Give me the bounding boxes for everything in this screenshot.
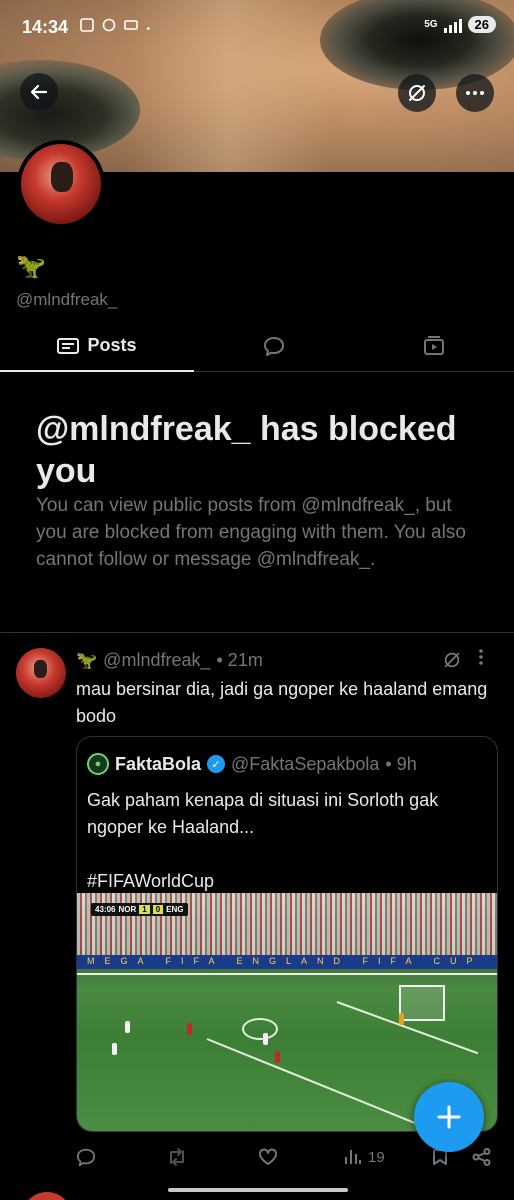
profile-handle: @mlndfreak_ (16, 290, 118, 309)
divider (0, 632, 514, 633)
player (125, 1021, 130, 1033)
tab-media[interactable] (354, 320, 514, 371)
dot-icon: • (146, 24, 155, 35)
blocked-title: @mlndfreak_ has blocked you (36, 410, 457, 490)
signal-icon (443, 17, 462, 33)
unmute-button[interactable] (398, 74, 436, 112)
advertising-board (77, 955, 497, 969)
views-chart-icon (345, 1150, 361, 1164)
tab-posts[interactable]: Posts (0, 320, 194, 372)
center-circle (242, 1018, 278, 1040)
player (263, 1033, 268, 1045)
more-horizontal-icon (466, 91, 484, 95)
replies-icon (264, 336, 284, 356)
post-time: • 21m (216, 650, 263, 670)
quoted-post-header: ● FaktaBola ✓ @FaktaSepakbola • 9h (87, 753, 417, 775)
posts-icon (57, 337, 80, 354)
quoted-post-time: • 9h (385, 753, 417, 774)
repost-button[interactable] (166, 1147, 258, 1167)
network-type: 5G (424, 18, 438, 30)
screenshot-icon (80, 18, 94, 32)
post-author-handle[interactable]: @mlndfreak_ (103, 650, 210, 671)
repost-icon (170, 1148, 184, 1166)
display-name: 🦖 (16, 253, 46, 280)
share-button[interactable] (472, 1148, 492, 1166)
pitch-line (77, 973, 497, 975)
media-icon (424, 335, 444, 355)
more-options-button[interactable] (456, 74, 494, 112)
quoted-author-name: FaktaBola (115, 753, 202, 774)
tab-posts-label: Posts (87, 335, 137, 355)
like-button[interactable] (258, 1148, 344, 1166)
faktabola-logo-icon: ● (87, 753, 109, 775)
away-score: 0 (152, 905, 164, 914)
pitch-line (206, 1038, 449, 1131)
profile-tabs: Posts (0, 320, 514, 372)
muted-icon (444, 652, 460, 668)
battery-level: 26 (467, 16, 496, 33)
tab-replies[interactable] (194, 320, 354, 371)
player (187, 1023, 192, 1035)
card-icon (124, 20, 139, 30)
reply-button[interactable] (76, 1147, 166, 1167)
status-bar: 14:34 • 5G 26 (0, 14, 514, 44)
gesture-bar[interactable] (168, 1188, 348, 1192)
more-vertical-icon (479, 649, 483, 665)
away-team: ENG (166, 905, 184, 914)
next-post-avatar[interactable] (22, 1192, 72, 1200)
post-author-emoji: 🦖 (76, 650, 98, 670)
post-avatar[interactable] (16, 648, 66, 698)
quoted-post[interactable]: ● FaktaBola ✓ @FaktaSepakbola • 9h Gak p… (76, 736, 498, 1132)
post-header: 🦖 @mlndfreak_ • 21m (76, 650, 263, 671)
plus-icon (437, 1105, 461, 1129)
blocked-description: You can view public posts from @mlndfrea… (36, 495, 466, 570)
notification-icons: • (80, 18, 154, 36)
post-more-button[interactable] (478, 648, 484, 671)
goal-net (399, 985, 445, 1021)
match-clock: 43:06 (95, 905, 116, 914)
share-icon (472, 1148, 491, 1166)
post-muted-indicator (442, 650, 462, 675)
status-time: 14:34 (22, 17, 69, 37)
views-count: 19 (368, 1148, 385, 1166)
views-button[interactable]: 19 (344, 1148, 432, 1166)
player (275, 1051, 280, 1063)
home-score: 1 (139, 905, 150, 914)
whatsapp-icon (102, 18, 116, 32)
home-team: NOR (118, 905, 137, 914)
post-text: mau bersinar dia, jadi ga ngoper ke haal… (76, 679, 488, 726)
heart-icon (259, 1148, 277, 1165)
player (112, 1043, 117, 1055)
player (399, 1013, 404, 1025)
profile-avatar[interactable] (17, 140, 105, 228)
scorebug: 43:06 NOR 1 0 ENG (91, 903, 188, 916)
quoted-author-handle: @FaktaSepakbola (231, 753, 380, 774)
compose-post-button[interactable] (414, 1082, 484, 1152)
verified-badge-icon: ✓ (207, 755, 226, 773)
reply-icon (76, 1148, 96, 1167)
quoted-post-text: Gak paham kenapa di situasi ini Sorloth … (87, 790, 439, 891)
muted-icon (409, 85, 425, 101)
arrow-left-icon (30, 84, 48, 100)
back-button[interactable] (20, 73, 58, 111)
